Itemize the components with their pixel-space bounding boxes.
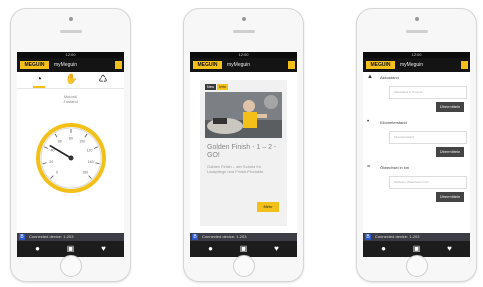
app-title: myMeguin — [400, 62, 424, 68]
gauge-tick-label: 100 — [79, 140, 85, 144]
input-placeholder: Nächster Ölwechsel in km — [394, 180, 429, 184]
oil-input[interactable]: Nächster Ölwechsel in km — [389, 176, 467, 189]
oil-can-icon[interactable]: ♺ — [97, 74, 109, 86]
home-button — [232, 255, 255, 277]
speaker-slot — [405, 30, 428, 33]
menu-button[interactable] — [288, 61, 295, 69]
hand-icon[interactable]: ✋ — [65, 74, 77, 86]
bluetooth-badge: B — [365, 234, 371, 240]
oil-icon: ≈ — [367, 164, 371, 170]
section-label: Ölwechsel in km — [380, 165, 410, 170]
app-logo: MEGUIN — [366, 61, 395, 69]
gauge-tick-label: 60 — [58, 140, 62, 144]
submit-button[interactable]: Übermitteln — [436, 192, 464, 202]
heart-icon[interactable]: ♥ — [445, 244, 454, 253]
gauge-tick-label: 0 — [56, 170, 58, 174]
phone-3: 12:00 MEGUIN myMeguin ▲ Akkustand Akkust… — [356, 8, 477, 282]
speaker-slot — [232, 30, 255, 33]
news-title: Golden Finish - 1 – 2 - GO! — [207, 144, 277, 159]
lock-icon: ▲ — [367, 74, 373, 80]
gauge-tick-label: 40 — [51, 149, 55, 153]
gauge-icon[interactable]: ◔ — [33, 74, 45, 88]
screen-form: 12:00 MEGUIN myMeguin ▲ Akkustand Akkust… — [363, 52, 470, 257]
gauge-tick-label: 80 — [69, 136, 73, 140]
connection-bar: B Connected device: 1-203 — [17, 233, 124, 241]
section-label: Kilometerstand — [380, 120, 407, 125]
news-description: Golden Finish – der Schutz für Lackpfleg… — [207, 164, 265, 174]
camera-dot — [68, 17, 73, 21]
connection-bar: B Connected device: 1-203 — [190, 233, 297, 241]
section-label: Akkustand — [380, 75, 399, 80]
speaker-slot — [59, 30, 82, 33]
top-tabs: ◔ ✋ ♺ — [17, 72, 124, 89]
battery-input[interactable]: Akkustand in Prozent — [389, 86, 467, 99]
speedometer-gauge: 0 20 40 60 80 100 120 140 160 — [36, 123, 106, 193]
photo-illustration — [205, 92, 282, 138]
screen-icon[interactable]: ▣ — [239, 244, 248, 253]
heart-icon[interactable]: ♥ — [99, 244, 108, 253]
input-placeholder: Kilometerstand — [394, 135, 415, 139]
menu-button[interactable] — [115, 61, 122, 69]
input-placeholder: Akkustand in Prozent — [394, 90, 423, 94]
drop-icon[interactable]: ● — [206, 244, 215, 253]
app-bar: MEGUIN myMeguin — [363, 58, 470, 72]
gauge-tick-label: 160 — [82, 170, 88, 174]
badge-new: Neu — [205, 84, 216, 90]
drop-icon[interactable]: ● — [33, 244, 42, 253]
connection-text: Connected device: 1-203 — [375, 234, 420, 239]
dial-sublabel: Zustand — [63, 99, 78, 104]
more-button[interactable]: Mehr — [257, 202, 279, 212]
submit-button[interactable]: Übermitteln — [436, 147, 464, 157]
news-photo — [205, 92, 282, 138]
heart-icon[interactable]: ♥ — [272, 244, 281, 253]
app-logo: MEGUIN — [20, 61, 49, 69]
dot-icon: • — [367, 119, 370, 125]
screen-icon[interactable]: ▣ — [66, 244, 75, 253]
app-bar: MEGUIN myMeguin — [190, 58, 297, 72]
home-button — [59, 255, 82, 277]
submit-button[interactable]: Übermitteln — [436, 102, 464, 112]
home-button — [405, 255, 428, 277]
badge-info: Info — [217, 84, 228, 90]
app-bar: MEGUIN myMeguin — [17, 58, 124, 72]
screen-news: 12:00 MEGUIN myMeguin Neu Info Golden Fi… — [190, 52, 297, 257]
app-logo: MEGUIN — [193, 61, 222, 69]
bluetooth-badge: B — [19, 234, 25, 240]
camera-dot — [414, 17, 419, 21]
screen-gauge: 12:00 MEGUIN myMeguin ◔ ✋ ♺ Motoröl Zust… — [17, 52, 124, 257]
gauge-tick-label: 20 — [49, 160, 53, 164]
phone-2: 12:00 MEGUIN myMeguin Neu Info Golden Fi… — [183, 8, 304, 282]
connection-text: Connected device: 1-203 — [202, 234, 247, 239]
drop-icon[interactable]: ● — [379, 244, 388, 253]
bluetooth-badge: B — [192, 234, 198, 240]
app-title: myMeguin — [54, 62, 78, 68]
screen-icon[interactable]: ▣ — [412, 244, 421, 253]
mileage-input[interactable]: Kilometerstand — [389, 131, 467, 144]
phone-1: 12:00 MEGUIN myMeguin ◔ ✋ ♺ Motoröl Zust… — [10, 8, 131, 282]
camera-dot — [241, 17, 246, 21]
menu-button[interactable] — [461, 61, 468, 69]
connection-text: Connected device: 1-203 — [29, 234, 74, 239]
app-title: myMeguin — [227, 62, 251, 68]
gauge-tick-label: 140 — [88, 160, 94, 164]
news-card[interactable]: Neu Info Golden Finish - 1 – 2 - GO! Gol… — [200, 80, 287, 226]
gauge-tick-label: 120 — [87, 149, 93, 153]
connection-bar: B Connected device: 1-203 — [363, 233, 470, 241]
